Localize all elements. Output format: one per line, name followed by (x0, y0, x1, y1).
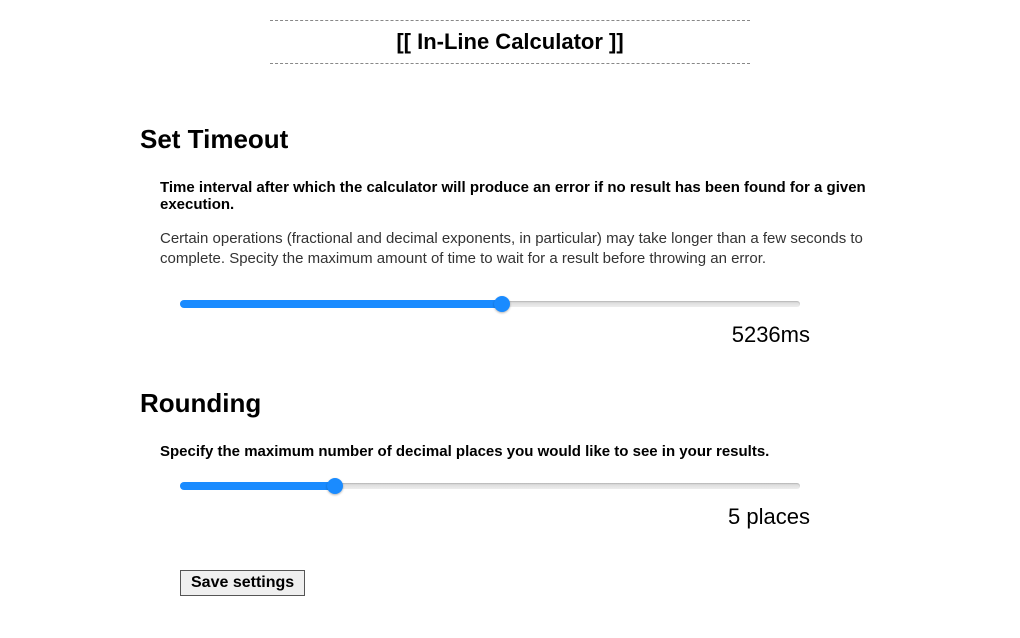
app-title: [[ In-Line Calculator ]] (270, 21, 750, 63)
timeout-heading: Set Timeout (140, 124, 880, 155)
rounding-slider[interactable] (180, 476, 800, 496)
section-rounding: Rounding Specify the maximum number of d… (140, 388, 880, 530)
rounding-heading: Rounding (140, 388, 880, 419)
app-title-block: [[ In-Line Calculator ]] (270, 20, 750, 64)
timeout-slider[interactable] (180, 294, 800, 314)
timeout-value: 5236ms (140, 322, 810, 348)
timeout-subtitle: Time interval after which the calculator… (160, 179, 880, 213)
timeout-description: Certain operations (fractional and decim… (160, 229, 880, 270)
rounding-subtitle: Specify the maximum number of decimal pl… (160, 443, 880, 460)
rounding-value: 5 places (140, 504, 810, 530)
timeout-slider-fill (180, 300, 502, 308)
save-button[interactable]: Save settings (180, 570, 305, 596)
title-rule-bottom (270, 63, 750, 64)
rounding-slider-fill (180, 482, 335, 490)
section-timeout: Set Timeout Time interval after which th… (140, 124, 880, 348)
timeout-slider-thumb[interactable] (494, 296, 510, 312)
rounding-slider-thumb[interactable] (327, 478, 343, 494)
